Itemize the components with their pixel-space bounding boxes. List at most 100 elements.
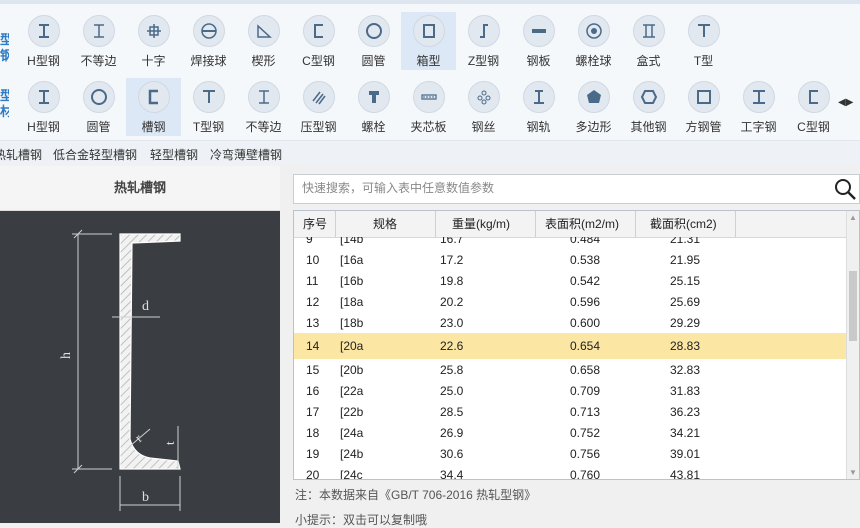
scroll-up-icon[interactable]: ▲ (849, 213, 857, 222)
scroll-down-icon[interactable]: ▼ (849, 468, 857, 477)
col-area[interactable]: 截面积(cm2) (636, 211, 736, 237)
table-row[interactable]: 17 [22b 28.5 0.713 36.23 (294, 401, 846, 422)
section-bolt-ball-button[interactable]: 螺栓球 (566, 12, 621, 70)
table-row[interactable]: 19 [24b 30.6 0.756 39.01 (294, 443, 846, 464)
steel-plate-icon (522, 15, 555, 47)
section-label: 十字 (141, 54, 166, 68)
section-label: 钢丝 (471, 120, 496, 134)
scroll-thumb[interactable] (849, 271, 857, 341)
col-spec[interactable]: 规格 (336, 211, 436, 237)
table-row[interactable]: 15 [20b 25.8 0.658 32.83 (294, 359, 846, 380)
section-t-section-button[interactable]: T型 (676, 12, 731, 70)
table-row[interactable]: 9 [14b 16.7 0.484 21.31 (294, 237, 846, 249)
table-row[interactable]: 12 [18a 20.2 0.596 25.69 (294, 291, 846, 312)
left-panel: 热轧槽钢 h d r t b (0, 166, 280, 523)
col-no[interactable]: 序号 (294, 211, 336, 237)
cell-surface: 0.752 (570, 425, 601, 440)
cell-weight: 22.6 (440, 339, 464, 353)
cell-weight: 16.7 (440, 237, 464, 246)
section-label: 多边形 (575, 120, 612, 134)
box-type-icon (632, 15, 665, 47)
section-unequal-angle-button[interactable]: 不等边 (71, 12, 126, 70)
cell-surface: 0.658 (570, 362, 601, 377)
section-box-section-button[interactable]: 箱型 (401, 12, 456, 70)
subtab-hot-rolled[interactable]: 热轧槽钢 (0, 146, 42, 163)
section-label: T型钢 (192, 120, 225, 134)
section-z-section-button[interactable]: Z型钢 (456, 12, 511, 70)
right-panel: 序号 规格 重量(kg/m) 表面积(m2/m) 截面积(cm2) 9 [14b 1… (280, 166, 860, 527)
section-rail-button[interactable]: 钢轨 (511, 78, 566, 136)
welded-ball-icon (192, 15, 225, 47)
section-steel-plate-button[interactable]: 钢板 (511, 12, 566, 70)
t-section-icon (192, 81, 225, 113)
table-row[interactable]: 10 [16a 17.2 0.538 21.95 (294, 249, 846, 270)
search-input[interactable] (300, 180, 824, 196)
subtab-light[interactable]: 轻型槽钢 (150, 146, 198, 163)
section-profiled-steel-button[interactable]: 压型钢 (291, 78, 346, 136)
scroll-left-icon[interactable]: ◀ (838, 97, 846, 108)
subtab-cold-formed[interactable]: 冷弯薄壁槽钢 (210, 146, 282, 163)
section-label: 钢板 (526, 54, 551, 68)
cell-area: 25.15 (670, 273, 701, 288)
table-row[interactable]: 14 [20a 22.6 0.654 28.83 (294, 333, 846, 359)
section-c-section-button[interactable]: C型钢 (291, 12, 346, 70)
col-weight[interactable]: 重量(kg/m) (436, 211, 536, 237)
table-row[interactable]: 18 [24a 26.9 0.752 34.21 (294, 422, 846, 443)
table-row[interactable]: 11 [16b 19.8 0.542 25.15 (294, 270, 846, 291)
cell-area: 32.83 (670, 362, 701, 377)
scroll-right-icon[interactable]: ▶ (846, 97, 854, 108)
section-box-type-button[interactable]: 盒式 (621, 12, 676, 70)
section-row-1: H型钢 不等边 十字 焊接球 楔形 C型钢 圆管 箱型 Z型钢 钢板 螺栓球 盒式 T型 (0, 12, 860, 72)
cell-area: 21.95 (670, 252, 701, 267)
dim-d-label: d (142, 299, 149, 314)
search-icon[interactable] (833, 178, 857, 200)
table-row[interactable]: 20 [24c 34.4 0.760 43.81 (294, 464, 846, 480)
section-welded-ball-button[interactable]: 焊接球 (181, 12, 236, 70)
profiled-steel-icon (302, 81, 335, 113)
section-c-section-button[interactable]: C型钢 (786, 78, 841, 136)
cell-spec: [24c (340, 467, 363, 480)
cell-spec: [20a (340, 339, 364, 353)
section-title: 热轧槽钢 (0, 166, 280, 211)
cell-surface: 0.709 (570, 383, 601, 398)
table-row[interactable]: 16 [22a 25.0 0.709 31.83 (294, 380, 846, 401)
cell-area: 36.23 (670, 404, 701, 419)
section-channel-button[interactable]: 槽钢 (126, 78, 181, 136)
section-label: 箱型 (416, 54, 441, 68)
section-label: 圆管 (361, 54, 386, 68)
polygon-icon (577, 81, 610, 113)
section-bolt-button[interactable]: 螺栓 (346, 78, 401, 136)
cell-area: 25.69 (670, 294, 701, 309)
cell-area: 39.01 (670, 446, 701, 461)
cell-surface: 0.654 (570, 339, 601, 353)
vertical-scrollbar[interactable]: ▲ ▼ (846, 211, 859, 479)
section-wedge-button[interactable]: 楔形 (236, 12, 291, 70)
col-surface[interactable]: 表面积(m2/m) (536, 211, 636, 237)
section-round-pipe-button[interactable]: 圆管 (346, 12, 401, 70)
data-table: 序号 规格 重量(kg/m) 表面积(m2/m) 截面积(cm2) 9 [14b 1… (293, 210, 860, 480)
section-polygon-button[interactable]: 多边形 (566, 78, 621, 136)
section-other-steel-button[interactable]: 其他钢 (621, 78, 676, 136)
section-h-beam-button[interactable]: H型钢 (16, 78, 71, 136)
table-row[interactable]: 13 [18b 23.0 0.600 29.29 (294, 312, 846, 333)
section-round-pipe-button[interactable]: 圆管 (71, 78, 126, 136)
scroll-arrows[interactable]: ◀▶ (838, 97, 853, 108)
section-sandwich-panel-button[interactable]: 夹芯板 (401, 78, 456, 136)
section-unequal-angle-button[interactable]: 不等边 (236, 78, 291, 136)
section-t-section-button[interactable]: T型钢 (181, 78, 236, 136)
table-header: 序号 规格 重量(kg/m) 表面积(m2/m) 截面积(cm2) (294, 211, 846, 238)
cell-spec: [18a (340, 294, 364, 309)
subtab-low-alloy[interactable]: 低合金轻型槽钢 (53, 146, 137, 163)
section-i-beam-button[interactable]: 工字钢 (731, 78, 786, 136)
section-square-pipe-button[interactable]: 方钢管 (676, 78, 731, 136)
section-h-beam-button[interactable]: H型钢 (16, 12, 71, 70)
cell-surface: 0.600 (570, 315, 601, 330)
section-cross-section-button[interactable]: 十字 (126, 12, 181, 70)
cell-spec: [16a (340, 252, 364, 267)
section-label: 夹芯板 (410, 120, 447, 134)
cell-area: 29.29 (670, 315, 701, 330)
channel-diagram: h d r t b (0, 211, 280, 523)
cell-no: 15 (306, 362, 320, 377)
tip-text: 小提示：双击可以复制哦 (295, 513, 428, 527)
section-steel-wire-button[interactable]: 钢丝 (456, 78, 511, 136)
